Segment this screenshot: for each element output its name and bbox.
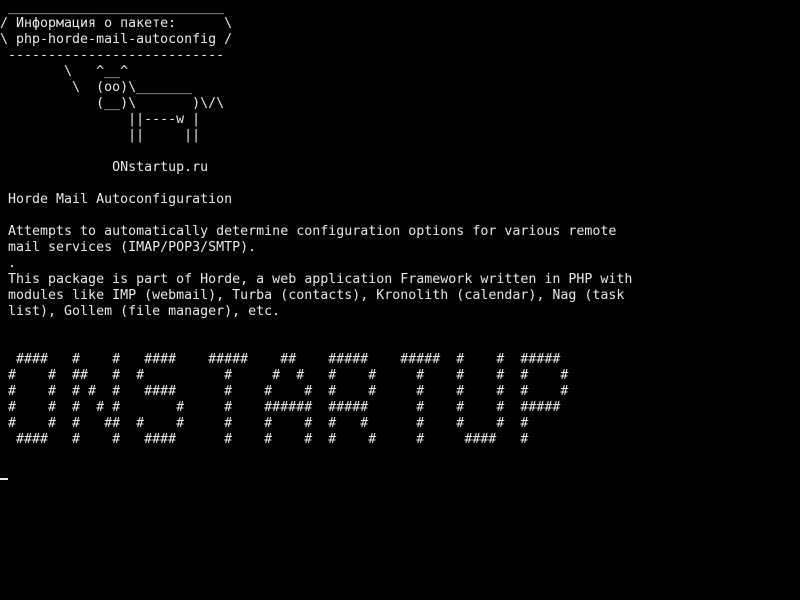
terminal-line-5: \ ^__^ [0,64,129,79]
terminal-line-13: Horde Mail Autoconfiguration [0,192,233,207]
terminal-line-26: # # # # # # # ###### ##### # # # ##### [0,400,561,415]
terminal-screen: ___________________________ / Информация… [0,0,800,600]
terminal-line-11: ONstartup.ru [0,160,209,175]
terminal-line-8: ||----w | [0,112,201,127]
terminal-line-6: \ (oo)\_______ [0,80,193,95]
terminal-line-16: mail services (IMAP/POP3/SMTP). [0,240,257,255]
terminal-line-25: # # # # # #### # # # # # # # # # # [0,384,569,399]
terminal-line-3: \ php-horde-mail-autoconfig / [0,32,233,47]
terminal-line-15: Attempts to automatically determine conf… [0,224,617,239]
terminal-line-7: (__)\ )\/\ [0,96,225,111]
text-cursor [0,478,8,480]
terminal-line-27: # # # ## # # # # # # # # # # # [0,416,529,431]
terminal-line-18: This package is part of Horde, a web app… [0,272,633,287]
terminal-line-19: modules like IMP (webmail), Turba (conta… [0,288,625,303]
terminal-line-1: ___________________________ [0,0,225,15]
terminal-line-23: #### # # #### ##### ## ##### ##### # # #… [0,352,561,367]
terminal-line-24: # # ## # # # # # # # # # # # # [0,368,569,383]
terminal-line-20: list), Gollem (file manager), etc. [0,304,281,319]
terminal-line-17: . [0,256,17,271]
terminal-line-9: || || [0,128,201,143]
terminal-line-4: --------------------------- [0,48,225,63]
terminal-line-2: / Информация о пакете: \ [0,16,233,31]
terminal-line-28: #### # # #### # # # # # # #### # [0,432,529,447]
